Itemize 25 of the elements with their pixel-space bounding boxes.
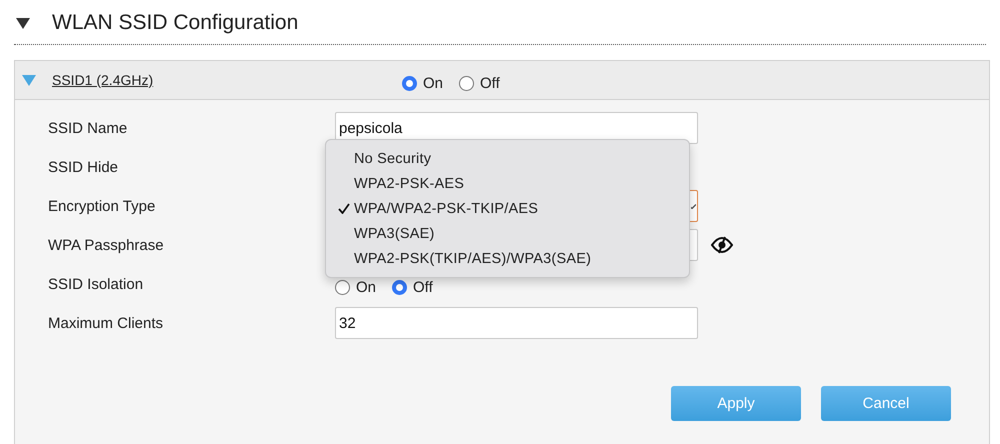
field-label: WPA Passphrase bbox=[48, 236, 165, 254]
ssid-title[interactable]: SSID1 (2.4GHz) bbox=[52, 72, 402, 88]
radio-label: Off bbox=[480, 74, 500, 92]
dropdown-option[interactable]: WPA2-PSK-AES bbox=[354, 176, 464, 192]
dropdown-option[interactable]: WPA/WPA2-PSK-TKIP/AES bbox=[354, 200, 538, 216]
field-label: SSID Hide bbox=[48, 158, 120, 176]
radio-button[interactable] bbox=[459, 76, 474, 90]
radio-label: On bbox=[356, 278, 376, 296]
radio-button[interactable] bbox=[402, 76, 417, 90]
field-label: SSID Name bbox=[48, 120, 128, 136]
section-title: WLAN SSID Configuration bbox=[52, 11, 298, 35]
field-label: Encryption Type bbox=[48, 198, 156, 214]
eye-slash-icon[interactable] bbox=[711, 236, 733, 254]
collapse-triangle-icon[interactable] bbox=[16, 17, 30, 29]
field-label: Maximum Clients bbox=[48, 314, 164, 332]
field-label: SSID Isolation bbox=[48, 276, 144, 292]
radio-label: Off bbox=[413, 278, 433, 296]
radio-button[interactable] bbox=[335, 280, 350, 294]
dropdown-option[interactable]: WPA3(SAE) bbox=[354, 226, 434, 242]
chevron-icon bbox=[691, 204, 696, 208]
radio-label: On bbox=[423, 74, 444, 92]
dropdown-option[interactable]: No Security bbox=[354, 150, 432, 166]
dropdown-option[interactable]: WPA2-PSK(TKIP/AES)/WPA3(SAE) bbox=[354, 250, 592, 266]
text-field[interactable]: 32 bbox=[335, 307, 698, 339]
radio-button[interactable] bbox=[392, 280, 408, 294]
